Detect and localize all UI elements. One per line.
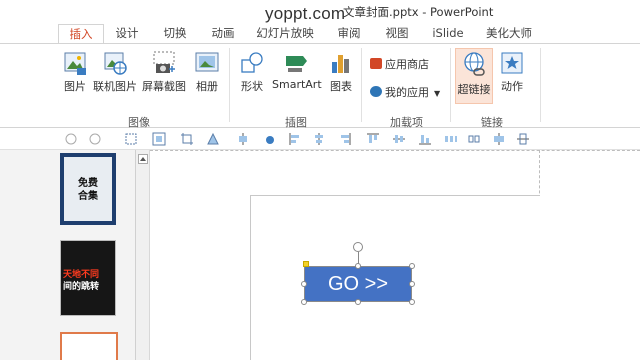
align-icon[interactable] xyxy=(88,132,102,146)
ribbon-tabs: 插入 设计 切换 动画 幻灯片放映 审阅 视图 iSlide 美化大师 xyxy=(0,24,640,44)
my-apps-icon xyxy=(370,86,382,97)
tab-design[interactable]: 设计 xyxy=(110,24,144,44)
go-button-shape[interactable]: GO >> xyxy=(304,266,412,302)
same-width-icon[interactable] xyxy=(516,132,530,146)
resize-handle[interactable] xyxy=(355,263,361,269)
guide-line xyxy=(150,150,640,151)
flip-icon[interactable] xyxy=(262,132,276,146)
group-divider xyxy=(361,48,362,122)
document-title: 文章封面.pptx - PowerPoint xyxy=(343,5,494,19)
alignment-toolbar xyxy=(0,128,640,150)
resize-handle[interactable] xyxy=(409,281,415,287)
chevron-down-icon: ▼ xyxy=(434,89,441,98)
align-center-icon[interactable] xyxy=(312,132,326,146)
tab-islide[interactable]: iSlide xyxy=(428,24,468,44)
resize-handle[interactable] xyxy=(301,281,307,287)
align-top-icon[interactable] xyxy=(366,132,380,146)
tab-beautify-master[interactable]: 美化大师 xyxy=(482,24,536,44)
group-icon[interactable] xyxy=(124,132,138,146)
slide-thumbnail-3[interactable] xyxy=(60,332,118,360)
watermark-text: yoppt.com xyxy=(265,4,346,23)
shapes-button[interactable]: 形状 xyxy=(236,50,268,94)
distribute-icon[interactable] xyxy=(236,132,250,146)
vertical-scrollbar[interactable] xyxy=(136,150,150,360)
slide-thumbnail-background: 免费 合集 xyxy=(64,157,112,221)
rotate-handle[interactable] xyxy=(353,242,363,252)
align-bottom-icon[interactable] xyxy=(418,132,432,146)
photo-album-icon xyxy=(195,52,219,72)
action-button[interactable]: 动作 xyxy=(497,50,527,94)
group-divider xyxy=(229,48,230,122)
store-button[interactable]: 应用商店 xyxy=(370,56,429,72)
tab-animations[interactable]: 动画 xyxy=(206,24,240,44)
action-star-icon xyxy=(501,52,523,74)
crop-icon[interactable] xyxy=(180,132,194,146)
align-middle-icon[interactable] xyxy=(392,132,406,146)
rotate-icon[interactable] xyxy=(206,132,220,146)
distribute-vertical-icon[interactable] xyxy=(468,132,482,146)
resize-handle[interactable] xyxy=(355,299,361,305)
align-left-icon[interactable] xyxy=(288,132,302,146)
tab-insert[interactable]: 插入 xyxy=(58,24,104,44)
smartart-icon xyxy=(286,56,307,72)
my-apps-button[interactable]: 我的应用 ▼ xyxy=(370,84,440,100)
shapes-icon xyxy=(241,52,263,73)
ribbon: 图片 联机图片 屏幕截图 相册 图像 形状 SmartArt 图表 插图 应用商… xyxy=(0,43,640,129)
group-divider xyxy=(450,48,451,122)
slide-thumbnail-text: 免费 合集 xyxy=(78,178,98,202)
picture-button[interactable]: 图片 xyxy=(62,50,88,94)
ungroup-icon[interactable] xyxy=(152,132,166,146)
screenshot-button[interactable]: 屏幕截图 xyxy=(141,50,187,94)
resize-handle[interactable] xyxy=(409,299,415,305)
screenshot-icon xyxy=(153,51,175,73)
scroll-up-button[interactable] xyxy=(138,154,148,164)
chart-icon xyxy=(332,55,349,73)
slide-thumbnails-pane: 免费 合集 天地不同 间的跳转 xyxy=(0,150,136,360)
tab-review[interactable]: 审阅 xyxy=(332,24,366,44)
tab-transitions[interactable]: 切换 xyxy=(158,24,192,44)
picture-icon xyxy=(64,52,86,75)
slide-thumbnail-1[interactable]: 免费 合集 xyxy=(60,153,116,225)
online-picture-icon xyxy=(104,52,127,75)
resize-handle[interactable] xyxy=(301,299,307,305)
adjust-handle[interactable] xyxy=(303,261,309,267)
store-icon xyxy=(370,58,382,69)
tab-view[interactable]: 视图 xyxy=(380,24,414,44)
slide-thumbnail-text: 间的跳转 xyxy=(63,282,100,292)
photo-album-button[interactable]: 相册 xyxy=(193,50,221,94)
chart-button[interactable]: 图表 xyxy=(326,50,356,94)
title-bar: yoppt.com 文章封面.pptx - PowerPoint xyxy=(0,0,640,24)
slide-thumbnail-2[interactable]: 天地不同 间的跳转 xyxy=(60,240,116,316)
resize-handle[interactable] xyxy=(409,263,415,269)
group-divider xyxy=(540,48,541,122)
online-picture-button[interactable]: 联机图片 xyxy=(92,50,138,94)
distribute-horizontal-icon[interactable] xyxy=(444,132,458,146)
smartart-button[interactable]: SmartArt xyxy=(272,50,322,91)
hyperlink-button[interactable]: 超链接 xyxy=(455,48,493,104)
tab-slideshow[interactable]: 幻灯片放映 xyxy=(254,24,316,44)
caret-up-icon xyxy=(140,157,146,161)
hyperlink-icon xyxy=(464,52,485,76)
align-icon[interactable] xyxy=(64,132,78,146)
same-size-icon[interactable] xyxy=(492,132,506,146)
align-right-icon[interactable] xyxy=(338,132,352,146)
